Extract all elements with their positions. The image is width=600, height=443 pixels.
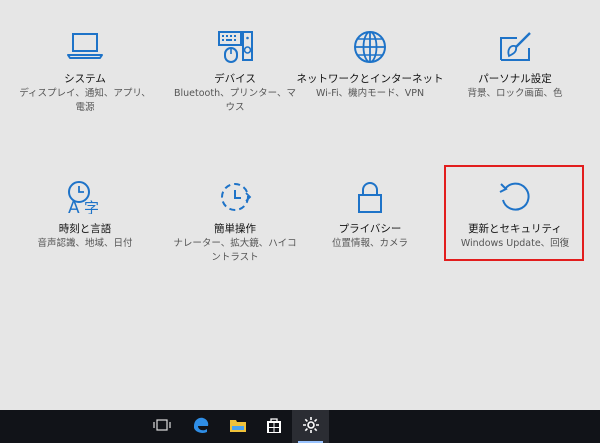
tile-subtitle: 位置情報、カメラ — [331, 238, 408, 249]
store-button[interactable] — [255, 410, 292, 443]
file-explorer-button[interactable] — [219, 410, 256, 443]
ease-of-access-icon — [166, 180, 304, 214]
tile-personalization[interactable]: パーソナル設定 背景、ロック画面、色 — [440, 30, 590, 101]
tile-ease-of-access[interactable]: 簡単操作 ナレーター、拡大鏡、ハイコ ントラスト — [160, 180, 310, 265]
svg-text:A: A — [68, 198, 80, 214]
svg-text:字: 字 — [84, 199, 99, 214]
tile-subtitle: Bluetooth、プリンター、マ ウス — [173, 88, 297, 113]
tile-title: ネットワークとインターネット — [296, 73, 444, 85]
tile-title: 簡単操作 — [214, 223, 256, 235]
tile-subtitle: 音声認識、地域、日付 — [37, 238, 133, 249]
tile-title: パーソナル設定 — [478, 73, 552, 85]
tile-privacy[interactable]: プライバシー 位置情報、カメラ — [290, 180, 450, 251]
tile-subtitle: ディスプレイ、通知、アプリ、 電源 — [19, 88, 151, 113]
tile-time-language[interactable]: A 字 時刻と言語 音声認識、地域、日付 — [10, 180, 160, 251]
tile-title: システム — [64, 73, 106, 85]
settings-button[interactable] — [292, 410, 329, 443]
tile-system[interactable]: システム ディスプレイ、通知、アプリ、 電源 — [10, 30, 160, 115]
tile-devices[interactable]: デバイス Bluetooth、プリンター、マ ウス — [160, 30, 310, 115]
task-view-button[interactable] — [143, 410, 180, 443]
settings-gear-icon — [302, 416, 320, 438]
tile-title: デバイス — [214, 73, 256, 85]
edge-icon — [192, 416, 210, 438]
devices-icon — [166, 30, 304, 64]
tile-title: プライバシー — [338, 223, 402, 235]
time-language-icon: A 字 — [16, 180, 154, 214]
laptop-icon — [16, 30, 154, 64]
taskbar — [0, 410, 600, 443]
edge-button[interactable] — [182, 410, 219, 443]
paintbrush-icon — [446, 30, 584, 64]
tile-subtitle: ナレーター、拡大鏡、ハイコ ントラスト — [173, 238, 297, 263]
globe-icon — [296, 30, 444, 64]
store-icon — [265, 416, 283, 438]
file-explorer-icon — [229, 417, 247, 437]
tile-subtitle: 背景、ロック画面、色 — [467, 88, 563, 99]
task-view-icon — [152, 417, 171, 436]
settings-grid: システム ディスプレイ、通知、アプリ、 電源 デバイス Bluetooth、プリ… — [0, 0, 600, 410]
lock-icon — [296, 180, 444, 214]
tile-network[interactable]: ネットワークとインターネット Wi-Fi、機内モード、VPN — [290, 30, 450, 101]
tile-title: 時刻と言語 — [58, 223, 112, 235]
tile-subtitle: Wi-Fi、機内モード、VPN — [315, 88, 425, 99]
highlight-box — [444, 165, 584, 261]
